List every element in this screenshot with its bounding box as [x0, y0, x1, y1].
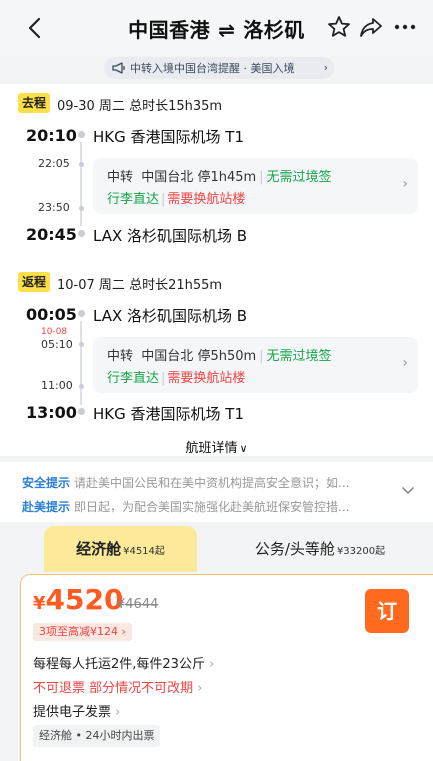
chevron-right-icon: ›	[402, 176, 408, 192]
outbound-depart-time: 20:10	[26, 126, 77, 145]
tab-economy[interactable]: 经济舱 ¥4514起	[44, 526, 197, 572]
original-price: ¥4644	[117, 597, 159, 612]
inbound-layover-arrive: 05:10	[41, 338, 73, 351]
timeline-dot	[78, 310, 85, 317]
outbound-weekday: 周二	[98, 99, 125, 114]
star-icon[interactable]	[326, 14, 352, 40]
outbound-arrive-airport: LAX 洛杉矶国际机场 B	[93, 227, 248, 245]
inbound-date-line: 10-07 周二 总时长21h55m	[57, 274, 222, 293]
transfer-notes-row: 行李直达 | 需要换航站楼	[107, 192, 246, 207]
entry-notice-banner[interactable]: 中转入境中国台湾提醒 · 美国入境 ›	[104, 57, 334, 79]
fare-card: ¥4520 ¥4644 3项至高减¥124 › 订 每程每人托运2件,每件23公…	[20, 574, 433, 761]
tab-business[interactable]: 公务/头等舱 ¥33200起	[230, 526, 410, 572]
baggage-status: 行李直达	[107, 192, 160, 207]
inbound-arrive-time: 13:00	[26, 403, 77, 422]
outbound-date-line: 09-30 周二 总时长15h35m	[57, 95, 222, 114]
timeline-dot	[78, 131, 85, 138]
timeline-line	[80, 142, 82, 226]
origin-city: 中国香港	[128, 18, 211, 42]
top-bar: 中国香港 ⇌ 洛杉矶	[0, 0, 433, 56]
transfer-stay: 停1h45m	[197, 170, 257, 185]
inbound-layover-depart: 11:00	[41, 379, 73, 392]
outbound-depart-airport: HKG 香港国际机场 T1	[93, 128, 244, 146]
transfer-info-row: 中转 中国台北 停1h45m | 无需过境签	[107, 170, 332, 185]
fare-price: ¥4520	[33, 583, 123, 616]
terminal-change: 需要换航站楼	[167, 371, 246, 386]
us-travel-tip: 赴美提示 即日起，为配合美国实施强化赴美航班保安管控措...	[22, 498, 382, 515]
transfer-notes-row: 行李直达 | 需要换航站楼	[107, 371, 246, 386]
inbound-transfer-box[interactable]: 中转 中国台北 停5h50m | 无需过境签 行李直达 | 需要换航站楼 ›	[93, 337, 418, 393]
flight-detail-label: 航班详情	[185, 441, 238, 456]
timeline-dot	[78, 408, 85, 415]
visa-status: 无需过境签	[266, 170, 332, 185]
transfer-label: 中转	[107, 170, 134, 185]
inbound-tag: 返程	[18, 272, 50, 292]
cabin-tabs: 经济舱 ¥4514起 公务/头等舱 ¥33200起	[0, 522, 433, 574]
share-icon[interactable]	[358, 14, 384, 40]
outbound-transfer-box[interactable]: 中转 中国台北 停1h45m | 无需过境签 行李直达 | 需要换航站楼 ›	[93, 158, 418, 214]
timeline-dot	[79, 342, 84, 347]
outbound-arrive-time: 20:45	[26, 225, 77, 244]
price-value: 4520	[45, 583, 124, 616]
chevron-right-icon: ›	[323, 61, 328, 74]
transfer-city: 中国台北	[141, 170, 194, 185]
destination-city: 洛杉矶	[243, 18, 305, 42]
more-icon[interactable]	[392, 14, 418, 40]
transfer-label: 中转	[107, 349, 134, 364]
chevron-down-icon[interactable]	[401, 486, 415, 496]
chevron-down-icon: ∨	[239, 442, 248, 455]
cabin-chip: 经济舱 • 24小时内出票	[33, 725, 161, 747]
transfer-city: 中国台北	[141, 349, 194, 364]
visa-status: 无需过境签	[266, 349, 332, 364]
outbound-layover-depart: 23:50	[38, 201, 70, 214]
safety-tip-text: 请赴美中国公民和在美中资机构提高安全意识；如...	[74, 476, 350, 490]
invoice-info[interactable]: 提供电子发票 ›	[33, 701, 120, 720]
tab-economy-price: ¥4514起	[123, 546, 165, 557]
cross-day-date: 10-08	[41, 327, 68, 337]
tab-business-price: ¥33200起	[336, 546, 386, 557]
timeline-line	[80, 321, 82, 405]
flight-detail-toggle[interactable]: 航班详情 ∨	[0, 437, 433, 456]
discount-text: 3项至高减¥124	[39, 625, 118, 638]
tab-business-label: 公务/头等舱	[254, 540, 335, 558]
us-travel-tip-text: 即日起，为配合美国实施强化赴美航班保安管控措...	[74, 500, 350, 514]
outbound-date: 09-30	[57, 99, 95, 114]
timeline-dot	[79, 384, 84, 389]
discount-badge[interactable]: 3项至高减¥124 ›	[33, 623, 132, 641]
us-travel-tip-label: 赴美提示	[22, 500, 71, 514]
safety-tip: 安全提示 请赴美中国公民和在美中资机构提高安全意识；如...	[22, 474, 382, 491]
currency-symbol: ¥	[33, 593, 46, 614]
megaphone-icon	[112, 62, 125, 74]
outbound-layover-arrive: 22:05	[38, 157, 70, 170]
refund-policy[interactable]: 不可退票 部分情况不可改期 ›	[33, 677, 202, 696]
round-trip-icon: ⇌	[218, 18, 236, 42]
inbound-depart-airport: LAX 洛杉矶国际机场 B	[93, 307, 248, 325]
refund-policy-text: 不可退票 部分情况不可改期	[33, 681, 194, 696]
notice-text: 中转入境中国台湾提醒 · 美国入境	[130, 62, 295, 75]
safety-notices[interactable]: 安全提示 请赴美中国公民和在美中资机构提高安全意识；如... 赴美提示 即日起，为配…	[0, 462, 433, 522]
transfer-info-row: 中转 中国台北 停5h50m | 无需过境签	[107, 349, 332, 364]
inbound-weekday: 周二	[98, 278, 125, 293]
terminal-change: 需要换航站楼	[167, 192, 246, 207]
chevron-right-icon: ›	[402, 355, 408, 371]
baggage-status: 行李直达	[107, 371, 160, 386]
timeline-dot	[79, 162, 84, 167]
safety-tip-label: 安全提示	[22, 476, 71, 490]
inbound-arrive-airport: HKG 香港国际机场 T1	[93, 405, 244, 423]
timeline-dot	[79, 206, 84, 211]
inbound-duration: 总时长21h55m	[129, 278, 223, 293]
inbound-date: 10-07	[57, 278, 95, 293]
transfer-stay: 停5h50m	[197, 349, 257, 364]
tab-economy-label: 经济舱	[76, 540, 122, 558]
inbound-depart-time: 00:05	[26, 305, 77, 324]
baggage-policy[interactable]: 每程每人托运2件,每件23公斤 ›	[33, 653, 214, 672]
outbound-tag: 去程	[18, 93, 50, 113]
timeline-dot	[78, 230, 85, 237]
outbound-duration: 总时长15h35m	[129, 99, 223, 114]
book-button[interactable]: 订	[365, 589, 409, 633]
invoice-text: 提供电子发票	[33, 705, 112, 720]
baggage-policy-text: 每程每人托运2件,每件23公斤	[33, 657, 205, 672]
